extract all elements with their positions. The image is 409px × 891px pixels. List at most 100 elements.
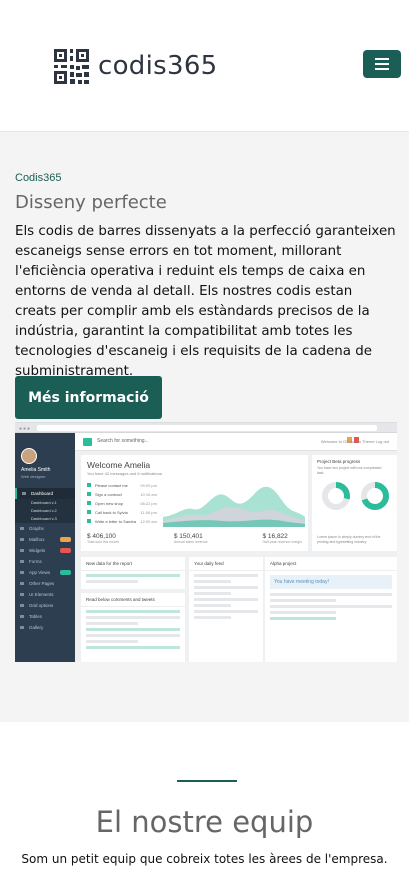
preview-subnav-item: Dashboard v.1	[15, 499, 75, 507]
stat-item: $ 406,100 Total sold this month	[87, 533, 119, 544]
preview-report-card: New data for the report	[81, 557, 185, 589]
preview-welcome-panel: Welcome Amelia You have 42 messages and …	[81, 455, 308, 551]
preview-feed-card: Your daily feed	[189, 557, 263, 662]
card-line	[270, 611, 336, 614]
feature-title: Disseny perfecte	[15, 192, 167, 213]
brand-logo[interactable]: codis365	[54, 49, 218, 84]
task-label: Call back to Sylvia	[95, 510, 128, 515]
card-line	[86, 646, 180, 649]
card-line	[86, 640, 138, 643]
card-line	[86, 574, 180, 577]
preview-badge	[60, 548, 71, 553]
preview-project-panel: Project Beta progress You have two proje…	[312, 455, 397, 551]
preview-nav-item: UI Elements	[15, 589, 75, 600]
preview-nav-item: App Views	[15, 567, 75, 578]
preview-subnav-item: Dashboard v.3	[15, 515, 75, 523]
dashboard-preview-image: ●●● Amelia Smith Web designer Dashboard …	[15, 422, 397, 662]
stat-value: $ 150,401	[173, 533, 203, 540]
card-title: Your daily feed	[189, 557, 263, 571]
project-title: Project Beta progress	[317, 459, 361, 464]
project-description: You have two project with not compleated…	[317, 466, 382, 475]
project-footer: Lorem ipsum is simply dummy text of the …	[317, 535, 381, 544]
hamburger-icon	[375, 58, 389, 70]
card-line	[194, 616, 231, 619]
preview-nav-item: Graphs	[15, 523, 75, 534]
qr-code-icon	[54, 49, 89, 84]
task-label: Please contact me	[95, 483, 128, 488]
preview-badge	[60, 537, 71, 542]
card-line	[194, 592, 231, 595]
stat-label: Half-year revenue margin	[262, 540, 302, 544]
preview-comments-card: Read below comments and tweets	[81, 593, 185, 662]
card-line	[86, 616, 180, 619]
more-info-button[interactable]: Més informació	[15, 376, 162, 419]
stat-value: $ 406,100	[87, 533, 116, 540]
card-line	[86, 580, 138, 583]
preview-nav-label: Mailbox	[29, 537, 45, 542]
site-header: codis365	[0, 0, 409, 132]
preview-stats: $ 406,100 Total sold this month $ 150,401…	[87, 533, 302, 544]
task-time: 09:00 pm	[140, 483, 157, 488]
preview-nav-label: App Views	[29, 570, 51, 575]
preview-user-role: Web designer	[21, 474, 46, 479]
preview-nav-item: Forms	[15, 556, 75, 567]
card-line	[86, 610, 180, 613]
team-title: El nostre equip	[95, 805, 314, 839]
url-bar	[37, 425, 377, 431]
task-label: Write a letter to Sandra	[95, 519, 137, 524]
task-time: 12:00 am	[140, 519, 157, 524]
list-item: Sign a contract 10:16 am	[87, 490, 157, 499]
list-item: Please contact me 09:00 pm	[87, 481, 157, 490]
preview-search: Search for something...	[97, 438, 149, 444]
task-time: 10:16 am	[140, 492, 157, 497]
preview-sidebar: Amelia Smith Web designer Dashboard Dash…	[15, 433, 75, 662]
stat-value: $ 16,822	[262, 533, 288, 540]
card-title: Alpha project	[265, 557, 397, 571]
card-line	[270, 599, 336, 602]
card-line	[194, 610, 258, 613]
team-section: El nostre equip Som un petit equip que c…	[0, 723, 409, 891]
stat-item: $ 150,401 Annual sales revenue	[174, 533, 208, 544]
card-line	[86, 622, 138, 625]
feature-section: Codis365 Disseny perfecte Els codis de b…	[0, 132, 409, 722]
brand-name: codis365	[98, 51, 218, 81]
card-line	[270, 617, 336, 620]
card-line	[270, 593, 392, 596]
preview-donut-chart	[322, 482, 350, 510]
preview-nav: Dashboard Dashboard v.1 Dashboard v.2 Da…	[15, 488, 75, 633]
card-line	[86, 628, 180, 631]
preview-nav-item: Mailbox	[15, 534, 75, 545]
task-time: 08:22 pm	[140, 501, 157, 506]
browser-bar: ●●●	[15, 423, 397, 433]
preview-nav-item: Tables	[15, 611, 75, 622]
preview-plus-icon	[83, 438, 92, 446]
preview-alpha-card: Alpha project You have meeting today!	[265, 557, 397, 662]
preview-nav-label: Widgets	[29, 548, 46, 553]
card-line	[86, 634, 180, 637]
task-label: Sign a contract	[95, 492, 122, 497]
stat-label: Total sold this month	[87, 540, 119, 544]
menu-toggle-button[interactable]	[363, 50, 401, 78]
card-title: Read below comments and tweets	[81, 593, 185, 607]
preview-donut-chart	[361, 482, 389, 510]
stat-item: $ 16,822 Half-year revenue margin	[262, 533, 302, 544]
preview-nav-item: Grid options	[15, 600, 75, 611]
list-item: Open new shop 08:22 pm	[87, 499, 157, 508]
task-label: Open new shop	[95, 501, 124, 506]
card-line	[194, 604, 231, 607]
preview-task-list: Please contact me 09:00 pm Sign a contrac…	[87, 481, 157, 526]
card-line	[194, 586, 258, 589]
task-time: 11:06 pm	[140, 510, 157, 515]
meeting-alert: You have meeting today!	[270, 575, 392, 589]
preview-topbar: Search for something... Welcome to OS Ad…	[75, 433, 397, 451]
preview-badge	[60, 570, 71, 575]
list-item: Call back to Sylvia 11:06 pm	[87, 508, 157, 517]
card-line	[194, 574, 258, 577]
section-eyebrow: Codis365	[15, 172, 62, 184]
stat-label: Annual sales revenue	[173, 540, 208, 544]
avatar	[21, 448, 37, 464]
preview-subnav-item: Dashboard v.2	[15, 507, 75, 515]
preview-user-name: Amelia Smith	[21, 467, 51, 473]
preview-nav-item: Widgets	[15, 545, 75, 556]
list-item: Write a letter to Sandra 12:00 am	[87, 517, 157, 526]
